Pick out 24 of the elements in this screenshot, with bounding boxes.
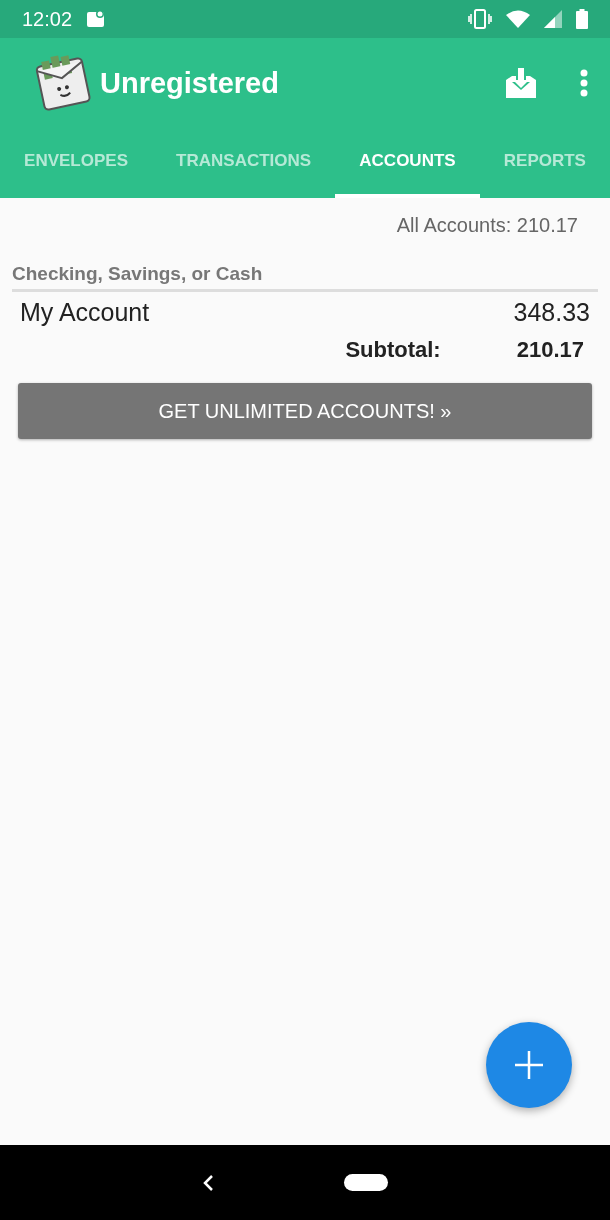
vibrate-icon: [468, 9, 492, 29]
app-title: Unregistered: [100, 66, 280, 100]
upgrade-button[interactable]: GET UNLIMITED ACCOUNTS! »: [18, 383, 592, 439]
download-tray-icon[interactable]: [504, 66, 538, 100]
status-time: 12:02: [22, 7, 73, 31]
tab[interactable]: ACCOUNTS: [335, 128, 480, 198]
back-icon[interactable]: [202, 1173, 214, 1192]
tab[interactable]: REPORTS: [479, 128, 610, 198]
map-icon: [86, 9, 107, 29]
section-title: Checking, Savings, or Cash: [12, 263, 264, 285]
tab[interactable]: ENVELOPES: [0, 128, 153, 198]
subtotal-amount: 210.17: [516, 337, 584, 363]
account-name[interactable]: My Account: [20, 298, 150, 327]
more-menu-icon[interactable]: [580, 69, 588, 97]
account-amount: 348.33: [513, 298, 590, 327]
plus-icon: [514, 1050, 544, 1080]
signal-icon: [544, 10, 562, 28]
subtotal-label: Subtotal:: [345, 337, 441, 363]
battery-icon: [576, 9, 588, 29]
tab[interactable]: TRANSACTIONS: [152, 128, 336, 198]
home-button[interactable]: [344, 1174, 388, 1191]
add-button[interactable]: [486, 1022, 572, 1108]
wifi-icon: [506, 10, 530, 28]
all-accounts-total: All Accounts: 210.17: [395, 213, 579, 237]
